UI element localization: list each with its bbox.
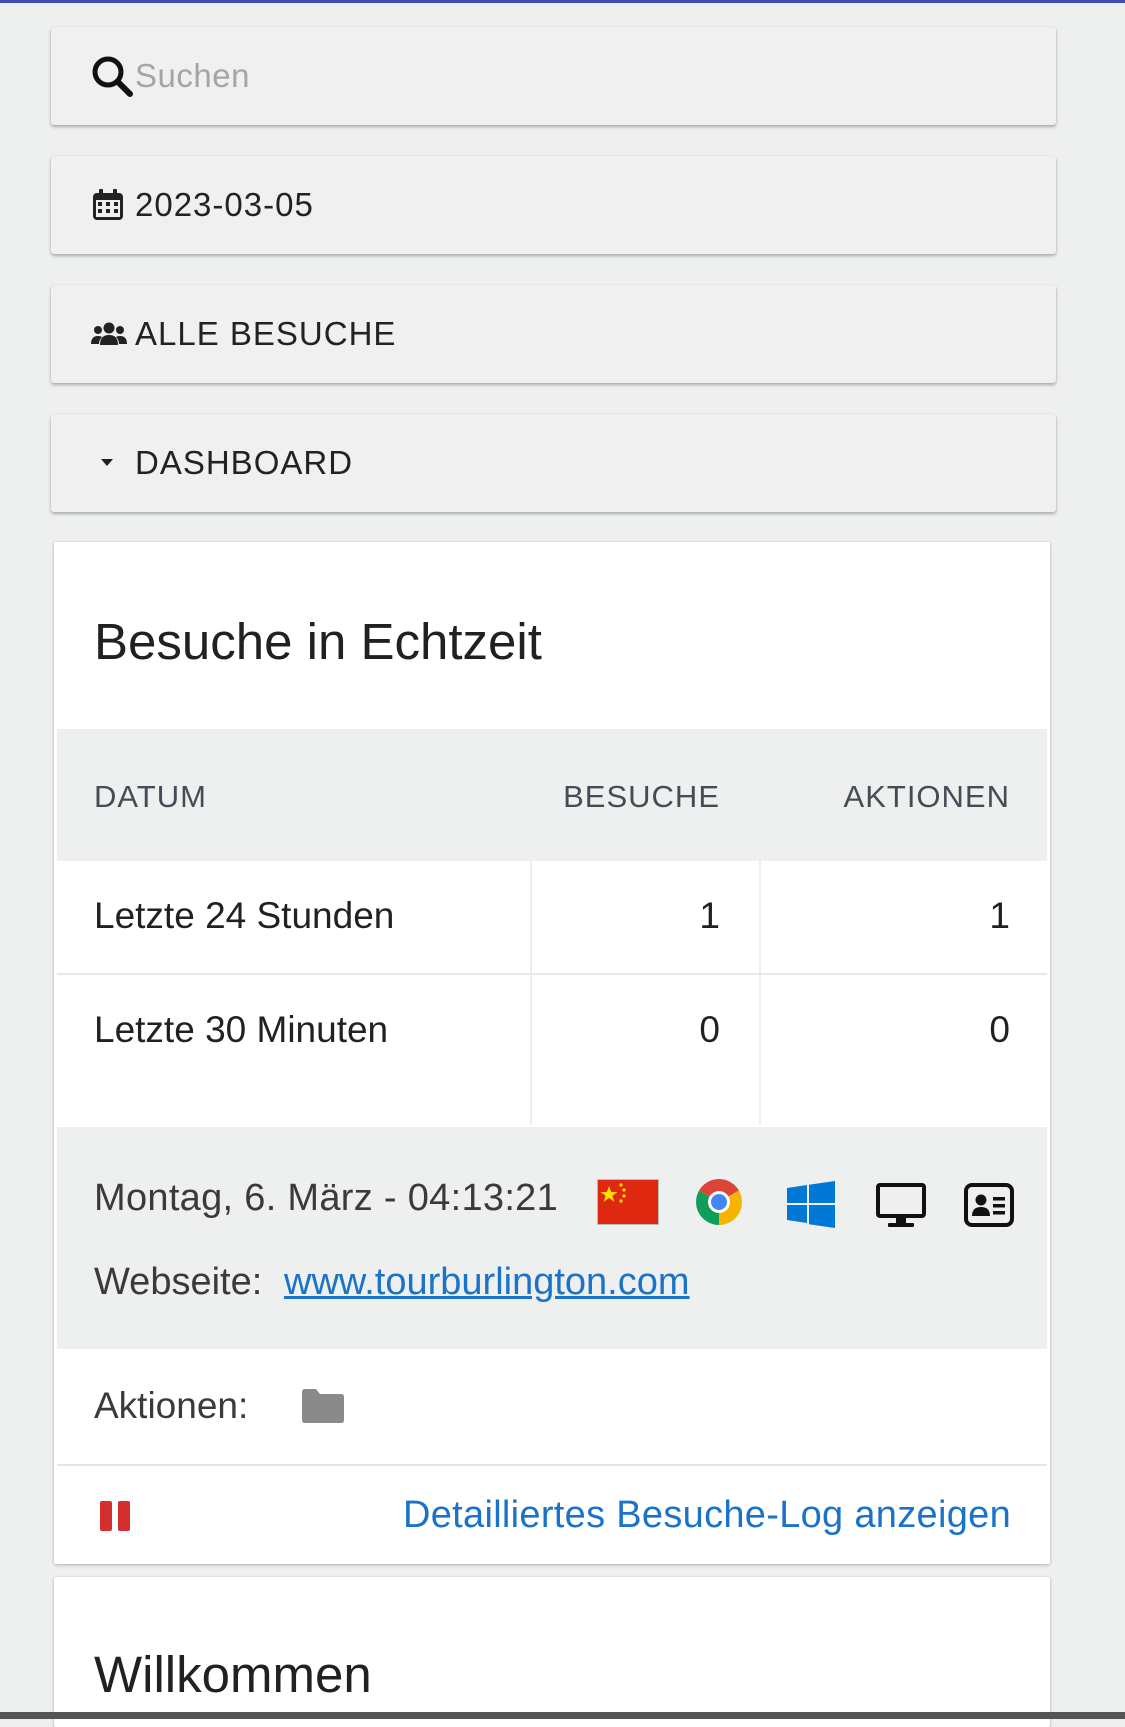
dashboard-label: DASHBOARD bbox=[135, 444, 354, 481]
column-header-visits[interactable]: BESUCHE bbox=[563, 779, 720, 815]
widget-title: Besuche in Echtzeit bbox=[94, 613, 542, 670]
welcome-title: Willkommen bbox=[94, 1646, 372, 1703]
row-label: Letzte 24 Stunden bbox=[94, 895, 395, 936]
china-flag-icon bbox=[597, 1179, 659, 1230]
windows-icon bbox=[787, 1181, 835, 1234]
row-actions: 0 bbox=[989, 1009, 1010, 1050]
visitor-profile-icon[interactable] bbox=[964, 1183, 1014, 1232]
detailed-log-link[interactable]: Detailliertes Besuche-Log anzeigen bbox=[403, 1494, 1011, 1537]
table-row: Letzte 30 Minuten 0 0 bbox=[57, 975, 1047, 1125]
actions-label: Aktionen: bbox=[94, 1385, 249, 1426]
segment-label: ALLE BESUCHE bbox=[135, 315, 397, 352]
caret-down-icon bbox=[91, 441, 135, 485]
welcome-card: Willkommen bbox=[54, 1577, 1050, 1727]
website-label: Webseite: bbox=[94, 1261, 263, 1303]
website-link[interactable]: www.tourburlington.com bbox=[284, 1261, 690, 1304]
chrome-icon bbox=[694, 1177, 744, 1232]
table-row: Letzte 24 Stunden 1 1 bbox=[57, 861, 1047, 975]
visit-actions-row: Aktionen: bbox=[57, 1349, 1047, 1466]
desktop-icon bbox=[876, 1183, 926, 1234]
date-selector[interactable]: 2023-03-05 bbox=[51, 156, 1056, 254]
dashboard-menu[interactable]: DASHBOARD bbox=[51, 414, 1056, 512]
row-visits: 0 bbox=[699, 1009, 720, 1050]
table-header: DATUM BESUCHE AKTIONEN bbox=[57, 729, 1047, 861]
calendar-icon bbox=[91, 183, 135, 227]
pause-icon[interactable] bbox=[99, 1500, 133, 1537]
bottom-bar bbox=[0, 1712, 1125, 1719]
widget-footer: Detailliertes Besuche-Log anzeigen bbox=[57, 1466, 1047, 1564]
row-label: Letzte 30 Minuten bbox=[94, 1009, 389, 1050]
search-bar[interactable]: Suchen bbox=[51, 27, 1056, 125]
column-header-actions[interactable]: AKTIONEN bbox=[844, 779, 1010, 815]
column-header-date[interactable]: DATUM bbox=[94, 779, 207, 815]
top-accent-line bbox=[0, 0, 1125, 3]
row-visits: 1 bbox=[699, 895, 720, 936]
search-input[interactable]: Suchen bbox=[135, 57, 250, 95]
users-icon bbox=[91, 312, 135, 356]
realtime-visits-card: Besuche in Echtzeit DATUM BESUCHE AKTION… bbox=[54, 542, 1050, 1564]
last-visit-entry: Montag, 6. März - 04:13:21 Webseite: www… bbox=[57, 1127, 1047, 1349]
folder-icon[interactable] bbox=[302, 1387, 344, 1428]
search-icon bbox=[91, 54, 135, 98]
row-actions: 1 bbox=[989, 895, 1010, 936]
visit-datetime: Montag, 6. März - 04:13:21 bbox=[94, 1177, 559, 1219]
date-value: 2023-03-05 bbox=[135, 186, 314, 223]
segment-selector[interactable]: ALLE BESUCHE bbox=[51, 285, 1056, 383]
